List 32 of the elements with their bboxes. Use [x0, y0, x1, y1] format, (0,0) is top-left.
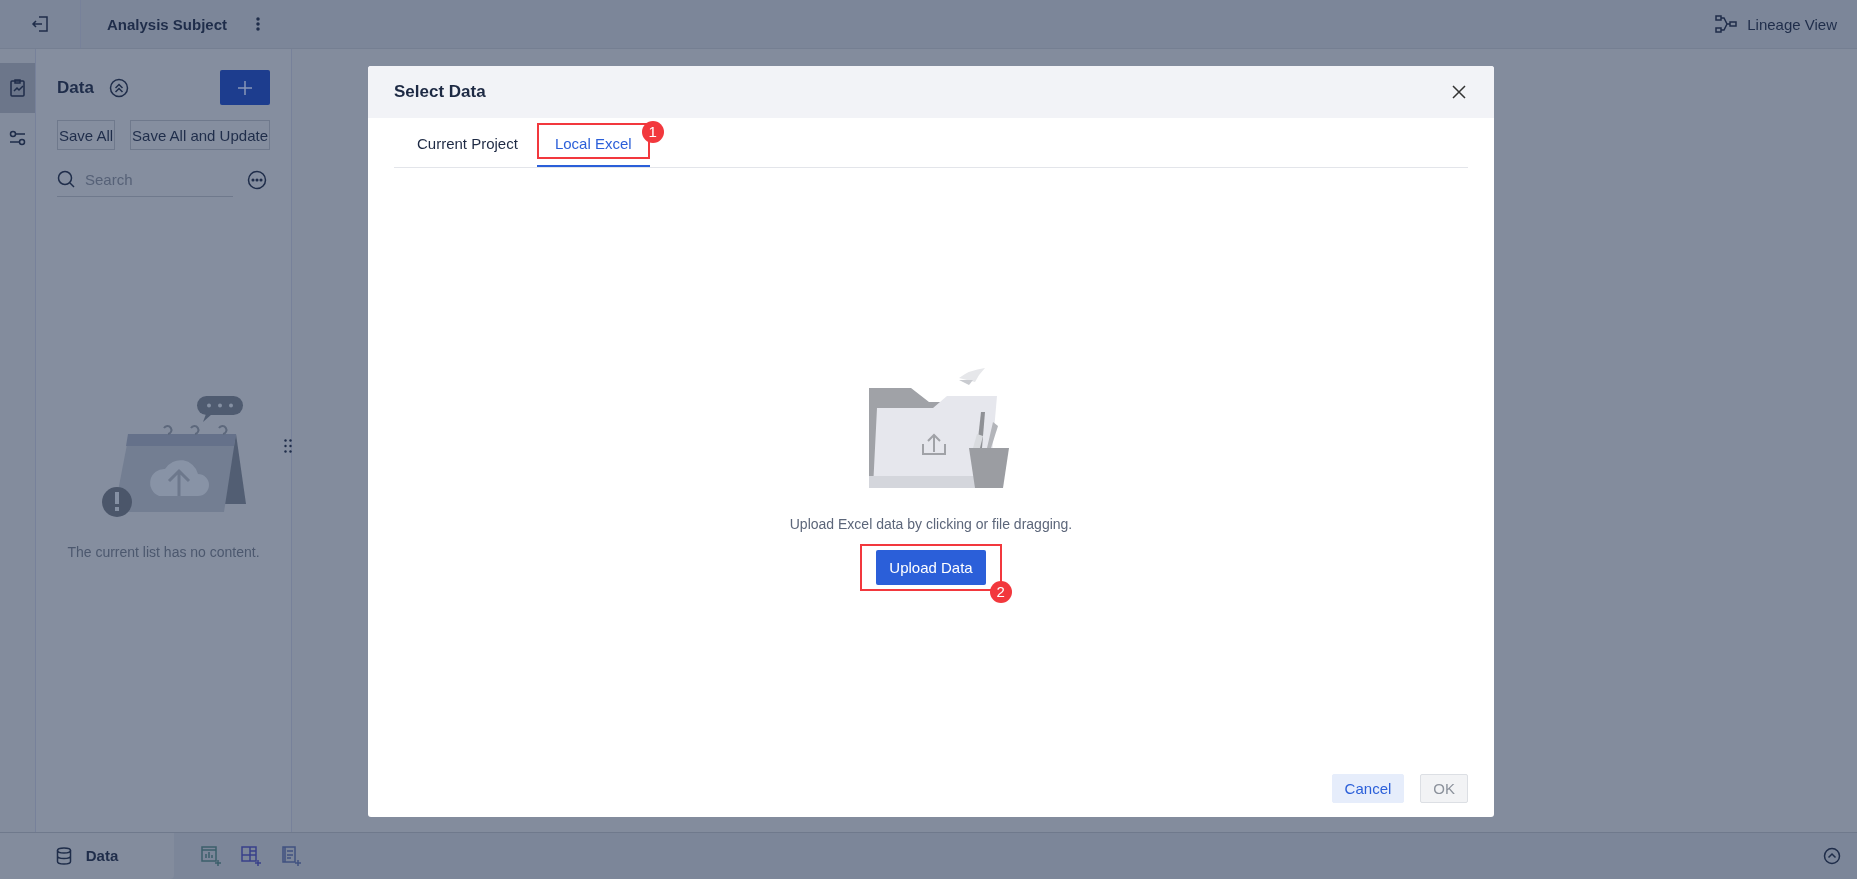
lineage-view-label: Lineage View: [1747, 15, 1837, 33]
data-tab[interactable]: Data: [0, 832, 174, 879]
collapse-up-icon[interactable]: [108, 77, 129, 98]
step-badge: 2: [989, 581, 1012, 603]
database-icon: [55, 846, 72, 865]
plus-icon: [238, 80, 252, 95]
step-badge: 1: [641, 121, 664, 143]
more-options-icon[interactable]: [247, 169, 267, 190]
page-title: Analysis Subject: [107, 15, 228, 33]
more-vertical-icon[interactable]: [255, 16, 262, 32]
exit-icon[interactable]: [31, 15, 49, 33]
add-report-icon[interactable]: [281, 846, 301, 866]
search-icon: [57, 170, 75, 188]
save-button[interactable]: Save All and Update: [130, 120, 270, 150]
close-icon[interactable]: [1452, 85, 1466, 99]
add-button[interactable]: [220, 70, 270, 105]
panel-title: Data: [57, 77, 94, 98]
clipboard-chart-icon: [8, 78, 27, 98]
upload-data-button[interactable]: Upload Data: [876, 550, 986, 585]
cancel-button[interactable]: Cancel: [1331, 774, 1405, 803]
dialog-tab[interactable]: Current Project: [413, 129, 522, 167]
upload-hint: Upload Excel data by clicking or file dragging.: [789, 516, 1073, 532]
data-tab-label: Data: [85, 847, 119, 864]
add-table-icon[interactable]: [241, 846, 261, 866]
lineage-view-link[interactable]: Lineage View: [1715, 15, 1837, 33]
drag-handle-icon[interactable]: [284, 439, 292, 453]
save-button[interactable]: Save All: [57, 120, 116, 150]
lineage-icon: [1715, 15, 1738, 33]
empty-message: The current list has no content.: [67, 544, 260, 560]
sliders-icon: [8, 128, 27, 148]
dialog-title: Select Data: [394, 82, 486, 102]
collapse-up-icon[interactable]: [1823, 847, 1841, 865]
